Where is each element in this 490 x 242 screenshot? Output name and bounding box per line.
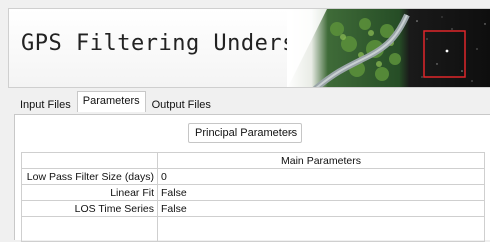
- aerial-image: [287, 9, 490, 87]
- column-header: Main Parameters: [157, 152, 485, 169]
- row-value[interactable]: False: [157, 200, 485, 217]
- header-corner-cell: [21, 152, 158, 169]
- table-row: Linear Fit False: [21, 184, 485, 201]
- row-label: LOS Time Series: [21, 200, 158, 217]
- tab-input-files[interactable]: Input Files: [14, 95, 77, 114]
- chevron-down-icon: ⌄: [286, 126, 295, 137]
- table-row-empty: [21, 216, 485, 242]
- row-label: Linear Fit: [21, 184, 158, 201]
- parameters-panel: Principal Parameters ⌄ Main Parameters L…: [14, 114, 490, 242]
- row-label: Low Pass Filter Size (days): [21, 168, 158, 185]
- tab-parameters[interactable]: Parameters: [76, 91, 146, 112]
- table-row: LOS Time Series False: [21, 200, 485, 217]
- parameter-set-value: Principal Parameters: [195, 127, 298, 139]
- row-value[interactable]: 0: [157, 168, 485, 185]
- tab-output-files[interactable]: Output Files: [146, 95, 217, 114]
- row-label-empty: [21, 216, 158, 242]
- table-header-row: Main Parameters: [21, 152, 485, 169]
- tab-bar: Input Files Parameters Output Files: [14, 91, 217, 114]
- header-banner: GPS Filtering Undersampling: [8, 8, 490, 88]
- parameter-set-select[interactable]: Principal Parameters ⌄: [188, 123, 302, 143]
- table-row: Low Pass Filter Size (days) 0: [21, 168, 485, 185]
- parameters-table: Main Parameters Low Pass Filter Size (da…: [21, 152, 485, 242]
- row-value[interactable]: False: [157, 184, 485, 201]
- row-value-empty: [157, 216, 485, 242]
